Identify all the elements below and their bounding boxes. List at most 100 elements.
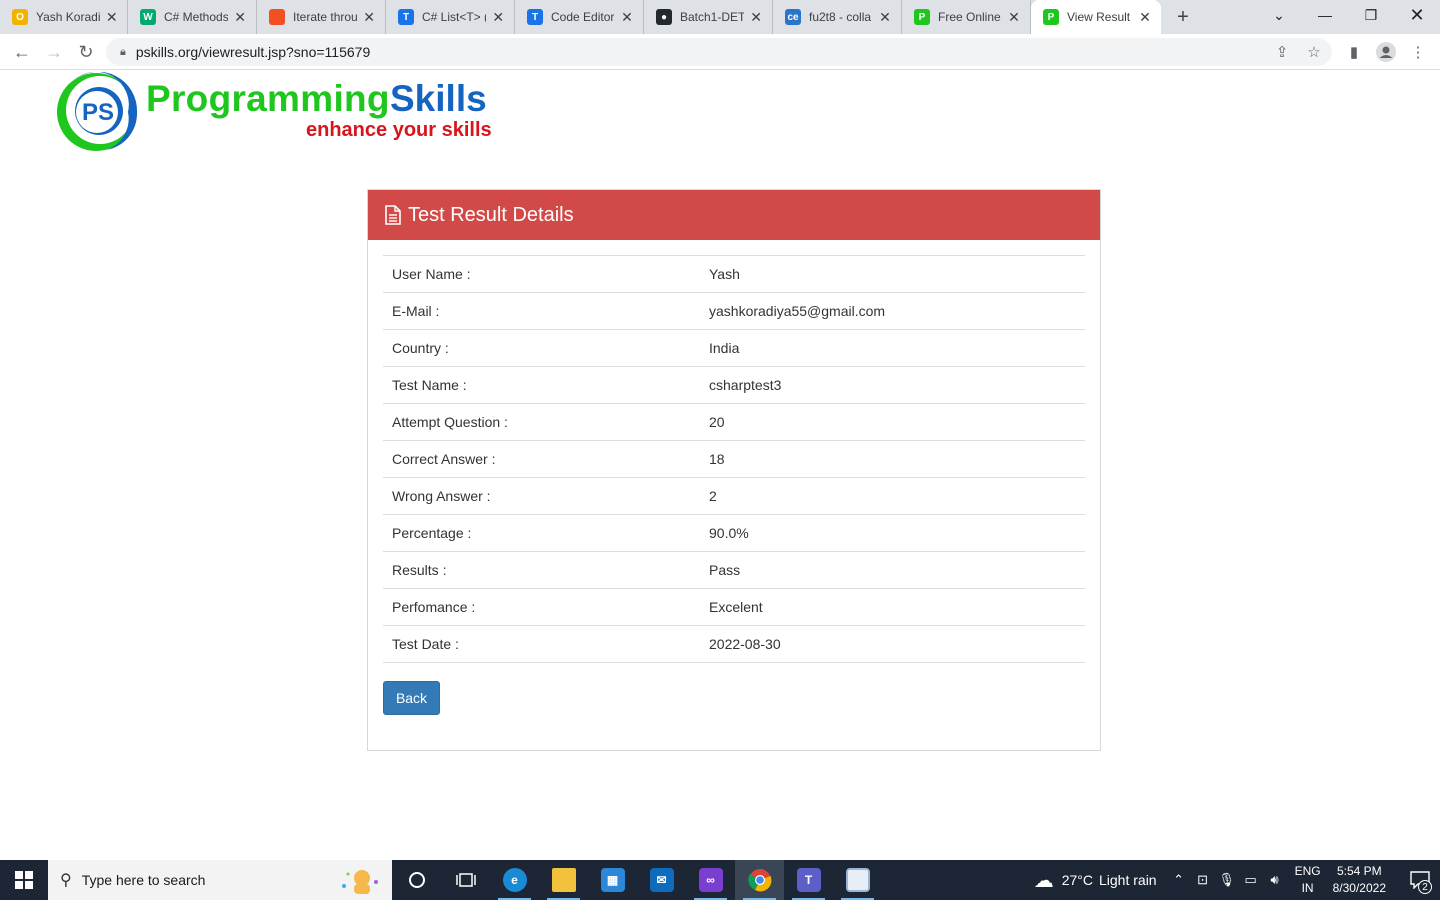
close-tab-icon[interactable]: ✕ xyxy=(490,9,506,26)
close-tab-icon[interactable]: ✕ xyxy=(877,9,893,26)
new-tab-button[interactable]: + xyxy=(1167,0,1199,34)
result-panel: Test Result Details User Name : Yash E-Mai… xyxy=(367,189,1101,751)
github-icon: ● xyxy=(656,9,672,25)
browser-tab[interactable]: O Yash Koradiy ✕ xyxy=(0,0,128,34)
table-row: Country : India xyxy=(383,329,1085,366)
page-content: PS Programming Skills enhance your skill… xyxy=(0,70,1440,860)
close-tab-icon[interactable]: ✕ xyxy=(1006,9,1022,26)
row-value: Pass xyxy=(709,562,741,578)
brand-tagline: enhance your skills xyxy=(306,119,492,141)
tab-title: Iterate throu xyxy=(293,10,358,24)
meet-now-icon[interactable]: ⊡ xyxy=(1191,872,1215,888)
teams-icon[interactable]: T xyxy=(784,860,833,900)
table-bottom-border xyxy=(383,662,1085,663)
browser-tab[interactable]: W C# Methods ✕ xyxy=(128,0,257,34)
row-label: E-Mail : xyxy=(392,303,440,319)
search-highlight-icon xyxy=(342,870,378,894)
row-label: Test Name : xyxy=(392,377,467,393)
taskbar-search-box[interactable]: ⚲ Type here to search xyxy=(48,860,392,900)
row-label: User Name : xyxy=(392,266,471,282)
visual-studio-icon[interactable]: ∞ xyxy=(686,860,735,900)
browser-menu-icon[interactable]: ⋮ xyxy=(1404,38,1432,66)
photos-app-icon[interactable] xyxy=(833,860,882,900)
back-button[interactable]: Back xyxy=(383,681,440,715)
tab-title: Code Editor xyxy=(551,10,615,24)
reload-icon[interactable]: ↻ xyxy=(72,38,100,66)
outlook-icon: O xyxy=(12,9,28,25)
profile-avatar-icon[interactable] xyxy=(1372,38,1400,66)
browser-tab[interactable]: T Code Editor ✕ xyxy=(515,0,644,34)
bookmark-star-icon[interactable]: ☆ xyxy=(1300,38,1328,66)
browser-toolbar: ← → ↻ 🔒︎ pskills.org/viewresult.jsp?sno=… xyxy=(0,34,1440,70)
microphone-icon[interactable]: 🎙︎ xyxy=(1215,872,1239,888)
tab-title: C# List<T> ( xyxy=(422,10,487,24)
row-value: Yash xyxy=(709,266,740,282)
tab-title: fu2t8 - colla xyxy=(809,10,872,24)
restore-icon[interactable]: ❐ xyxy=(1348,0,1394,30)
row-label: Perfomance : xyxy=(392,599,476,615)
logo-letters: PS xyxy=(82,99,114,126)
cortana-icon[interactable] xyxy=(392,860,441,900)
row-label: Correct Answer : xyxy=(392,451,496,467)
browser-tab[interactable]: Iterate throu ✕ xyxy=(257,0,386,34)
close-tab-icon[interactable]: ✕ xyxy=(361,9,377,26)
row-label: Wrong Answer : xyxy=(392,488,491,504)
tab-title: Yash Koradiy xyxy=(36,10,101,24)
browser-tab[interactable]: ce fu2t8 - colla ✕ xyxy=(773,0,902,34)
language-indicator[interactable]: ENG IN xyxy=(1295,863,1321,897)
tab-search-icon[interactable]: ⌄ xyxy=(1256,0,1302,30)
url-text: pskills.org/viewresult.jsp?sno=115679 xyxy=(135,44,371,60)
weather-temp: 27°C xyxy=(1061,872,1093,888)
region-code: IN xyxy=(1301,881,1314,895)
browser-tab[interactable]: T C# List<T> (✕ xyxy=(386,0,515,34)
row-value: csharptest3 xyxy=(709,377,782,393)
address-bar[interactable]: 🔒︎ pskills.org/viewresult.jsp?sno=115679 xyxy=(106,38,1332,66)
side-panel-icon[interactable]: ▮ xyxy=(1340,38,1368,66)
start-button[interactable] xyxy=(0,860,48,900)
collabedit-icon: ce xyxy=(785,9,801,25)
document-icon xyxy=(385,205,401,225)
table-row: Perfomance : Excelent xyxy=(383,588,1085,625)
lock-icon: 🔒︎ xyxy=(120,45,126,58)
close-tab-icon[interactable]: ✕ xyxy=(104,9,119,26)
chrome-icon[interactable] xyxy=(735,860,784,900)
brand-name-programming: Programming xyxy=(146,78,390,119)
row-label: Results : xyxy=(392,562,447,578)
table-row: User Name : Yash xyxy=(383,255,1085,292)
brand-name-skills: Skills xyxy=(390,78,487,119)
close-window-icon[interactable]: ✕ xyxy=(1394,0,1440,30)
browser-tab[interactable]: ● Batch1-DET ✕ xyxy=(644,0,773,34)
clock-date: 8/30/2022 xyxy=(1332,881,1386,895)
microsoft-store-icon[interactable]: ▦ xyxy=(588,860,637,900)
close-tab-icon[interactable]: ✕ xyxy=(232,9,248,26)
notification-count: 2 xyxy=(1418,880,1432,894)
edge-browser-icon[interactable]: e xyxy=(490,860,539,900)
file-explorer-icon[interactable] xyxy=(539,860,588,900)
weather-widget[interactable]: ☁ 27°C Light rain xyxy=(1034,868,1157,893)
forward-arrow-icon[interactable]: → xyxy=(40,38,68,66)
notification-center-icon[interactable]: 2 xyxy=(1400,860,1440,900)
close-tab-icon[interactable]: ✕ xyxy=(619,9,635,26)
pskills-icon: P xyxy=(914,9,930,25)
close-tab-icon[interactable]: ✕ xyxy=(748,9,764,26)
mail-icon[interactable]: ✉ xyxy=(637,860,686,900)
network-icon[interactable]: ▭ xyxy=(1239,872,1263,888)
pskills-icon: P xyxy=(1043,9,1059,25)
chevron-up-icon[interactable]: ⌃ xyxy=(1167,872,1191,888)
weather-desc: Light rain xyxy=(1099,872,1157,888)
volume-icon[interactable]: 🔊︎ xyxy=(1263,872,1287,888)
task-view-icon[interactable] xyxy=(441,860,490,900)
table-row: Test Date : 2022-08-30 xyxy=(383,625,1085,662)
row-label: Attempt Question : xyxy=(392,414,508,430)
share-icon[interactable]: ⇪ xyxy=(1268,38,1296,66)
browser-tab[interactable]: P Free Online ✕ xyxy=(902,0,1031,34)
minimize-icon[interactable]: — xyxy=(1302,0,1348,30)
clock[interactable]: 5:54 PM 8/30/2022 xyxy=(1333,863,1386,897)
close-tab-icon[interactable]: ✕ xyxy=(1137,9,1153,26)
back-arrow-icon[interactable]: ← xyxy=(8,38,36,66)
tab-title: C# Methods xyxy=(164,10,229,24)
table-row: Results : Pass xyxy=(383,551,1085,588)
browser-tab[interactable]: P View Result ✕ xyxy=(1031,0,1161,34)
site-logo[interactable]: PS Programming Skills enhance your skill… xyxy=(54,72,514,152)
tab-title: Batch1-DET xyxy=(680,10,745,24)
